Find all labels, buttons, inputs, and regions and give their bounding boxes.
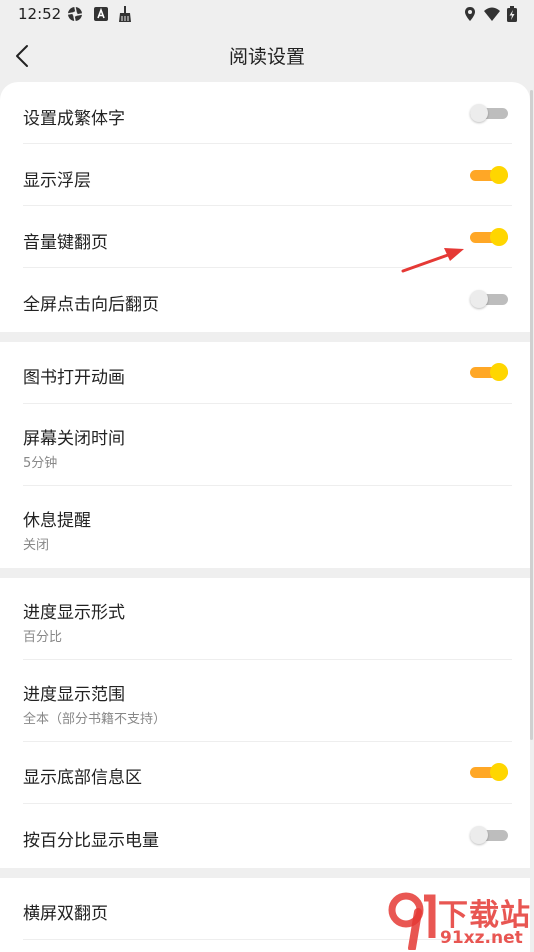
watermark: 下载站 91xz.net xyxy=(388,888,534,952)
book-open-animation-toggle[interactable] xyxy=(470,363,508,381)
battery-percent-toggle[interactable] xyxy=(470,826,508,844)
volume-key-page-toggle[interactable] xyxy=(470,228,508,246)
battery-charging-icon xyxy=(507,6,517,22)
fullscreen-tap-forward-toggle[interactable] xyxy=(470,290,508,308)
status-time: 12:52 xyxy=(18,5,62,23)
show-overlay-toggle[interactable] xyxy=(470,166,508,184)
setting-row-traditional-chinese[interactable]: 设置成繁体字 xyxy=(0,82,530,144)
page-title: 阅读设置 xyxy=(228,46,305,68)
setting-label: 设置成繁体字 xyxy=(23,109,125,129)
setting-label: 横屏双翻页 xyxy=(23,904,108,924)
broom-icon xyxy=(119,6,131,22)
location-icon xyxy=(465,7,475,21)
settings-group-progress: 进度显示形式 百分比 进度显示范围 全本（部分书籍不支持） 显示底部信息区 按百… xyxy=(0,578,530,868)
setting-row-show-overlay[interactable]: 显示浮层 xyxy=(0,144,530,206)
setting-value: 全本（部分书籍不支持） xyxy=(23,712,167,727)
status-bar: 12:52 xyxy=(0,0,534,28)
setting-label: 屏幕关闭时间 xyxy=(23,429,125,449)
setting-label: 显示底部信息区 xyxy=(23,768,142,788)
setting-value: 5分钟 xyxy=(23,456,58,471)
red-arrow-annotation-icon xyxy=(401,248,464,273)
setting-row-progress-range[interactable]: 进度显示范围 全本（部分书籍不支持） xyxy=(0,660,530,742)
traditional-chinese-toggle[interactable] xyxy=(470,104,508,122)
setting-row-fullscreen-tap-forward[interactable]: 全屏点击向后翻页 xyxy=(0,268,530,332)
setting-label: 全屏点击向后翻页 xyxy=(23,295,159,315)
scrollbar[interactable] xyxy=(530,90,533,740)
bottom-info-toggle[interactable] xyxy=(470,763,508,781)
setting-label: 进度显示形式 xyxy=(23,603,125,623)
watermark-logo-icon xyxy=(388,892,436,950)
setting-label: 图书打开动画 xyxy=(23,368,125,388)
aperture-icon xyxy=(67,6,83,22)
setting-row-screen-off-time[interactable]: 屏幕关闭时间 5分钟 xyxy=(0,404,530,486)
wifi-icon xyxy=(484,7,500,21)
a-badge-icon xyxy=(94,7,108,21)
setting-row-battery-percent[interactable]: 按百分比显示电量 xyxy=(0,804,530,868)
setting-label: 音量键翻页 xyxy=(23,233,108,253)
watermark-url: 91xz.net xyxy=(440,928,523,948)
setting-label: 进度显示范围 xyxy=(23,685,125,705)
setting-row-progress-format[interactable]: 进度显示形式 百分比 xyxy=(0,578,530,660)
setting-label: 休息提醒 xyxy=(23,511,91,531)
setting-label: 按百分比显示电量 xyxy=(23,831,159,851)
setting-row-rest-reminder[interactable]: 休息提醒 关闭 xyxy=(0,486,530,568)
settings-group-general: 设置成繁体字 显示浮层 音量键翻页 全屏点击向后翻页 xyxy=(0,82,530,332)
setting-value: 关闭 xyxy=(23,538,50,553)
setting-value: 百分比 xyxy=(23,630,63,645)
setting-row-bottom-info[interactable]: 显示底部信息区 xyxy=(0,742,530,804)
settings-group-display: 图书打开动画 屏幕关闭时间 5分钟 休息提醒 关闭 xyxy=(0,342,530,568)
setting-label: 显示浮层 xyxy=(23,171,91,191)
setting-row-book-open-animation[interactable]: 图书打开动画 xyxy=(0,342,530,404)
app-bar: 阅读设置 xyxy=(0,28,534,84)
